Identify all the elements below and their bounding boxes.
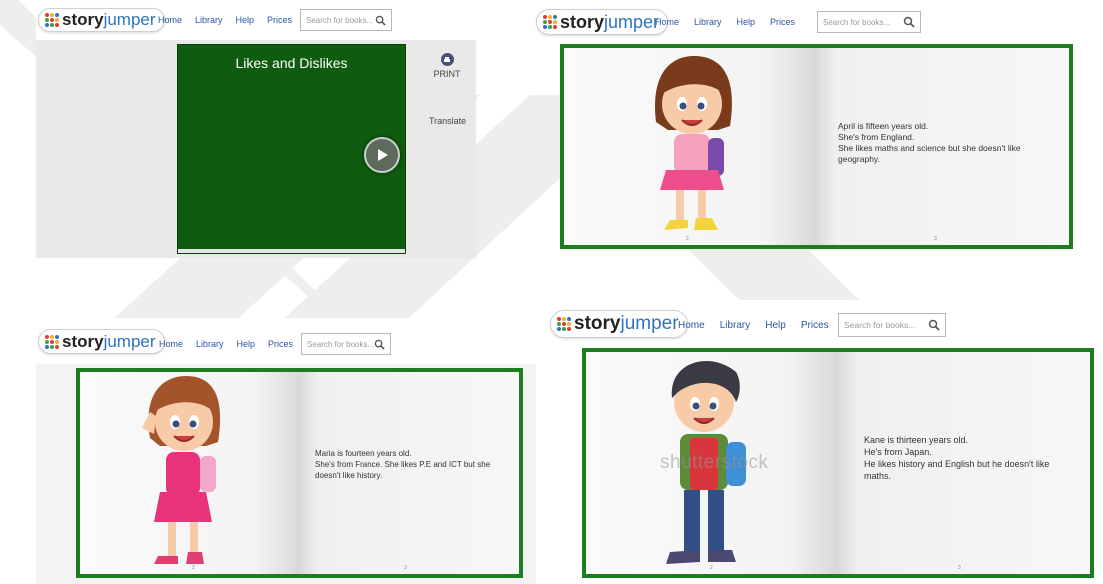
search-icon[interactable] [903, 16, 915, 28]
nav-library-link[interactable]: Library [720, 320, 751, 331]
cover-binding-strip [178, 249, 405, 253]
main-nav: Home Library Help Prices [655, 17, 795, 27]
search-input[interactable]: Search for books... [817, 11, 921, 33]
shutterstock-watermark: shutterstock [660, 452, 769, 473]
page-number: 2 [686, 236, 689, 242]
top-navbar: story jumper Home Library Help Prices Sea… [534, 0, 1086, 44]
nav-home-link[interactable]: Home [159, 339, 183, 349]
top-navbar: story jumper Home Library Help Prices Sea… [534, 300, 1103, 348]
story-line: She's from England. [838, 132, 915, 142]
logo-text-jumper: jumper [103, 10, 156, 29]
main-nav: Home Library Help Prices [159, 339, 293, 349]
nav-prices-link[interactable]: Prices [770, 17, 795, 27]
main-nav: Home Library Help Prices [678, 320, 829, 331]
search-icon[interactable] [375, 15, 386, 26]
girl-maria-illustration [142, 376, 221, 564]
book-right-page: Kane is thirteen years old. He's from Ja… [838, 352, 1090, 574]
story-line: Kane is thirteen years old. [864, 435, 969, 445]
search-placeholder: Search for books... [823, 17, 891, 27]
story-text: Kane is thirteen years old. He's from Ja… [864, 434, 1049, 482]
page-number: 3 [404, 565, 407, 571]
page-number: 3 [934, 236, 937, 242]
logo-text-jumper: jumper [103, 331, 156, 351]
logo-text-jumper: jumper [620, 313, 679, 334]
search-placeholder: Search for books... [844, 320, 916, 330]
translate-link[interactable]: Translate [429, 116, 466, 126]
story-line: She likes maths and science but she does… [838, 143, 1021, 153]
nav-library-link[interactable]: Library [694, 17, 722, 27]
main-nav: Home Library Help Prices [158, 15, 292, 25]
search-input[interactable]: Search for books... [301, 333, 391, 355]
search-placeholder: Search for books... [306, 15, 374, 25]
top-navbar: story jumper Home Library Help Prices Sea… [36, 318, 536, 364]
story-line: April is fifteen years old. [838, 121, 929, 131]
nav-help-link[interactable]: Help [237, 339, 256, 349]
book-left-page: 2 [564, 48, 816, 245]
search-placeholder: Search for books... [307, 339, 374, 349]
book-left-page: shutterstock 2 [586, 352, 838, 574]
panel-kane: story jumper Home Library Help Prices Sea… [534, 300, 1103, 584]
print-label: PRINT [433, 69, 461, 79]
nav-library-link[interactable]: Library [196, 339, 224, 349]
girl-april-illustration [654, 56, 732, 230]
page-number: 2 [710, 565, 713, 571]
story-line: doesn't like history. [315, 471, 383, 480]
logo-dots-icon [557, 317, 571, 331]
book-cover[interactable]: Likes and Dislikes [177, 44, 406, 254]
logo-text-story: story [560, 11, 605, 32]
search-icon[interactable] [928, 319, 940, 331]
book-left-page: 2 [80, 372, 300, 574]
storyjumper-logo[interactable]: story jumper [550, 310, 688, 338]
storyjumper-logo[interactable]: story jumper [536, 9, 669, 35]
logo-text-jumper: jumper [604, 11, 660, 32]
play-icon [378, 149, 388, 161]
story-line: Maria is fourteen years old. [315, 449, 412, 458]
nav-home-link[interactable]: Home [158, 15, 182, 25]
storyjumper-logo[interactable]: story jumper [38, 329, 165, 354]
logo-text-story: story [62, 331, 104, 351]
story-text: Maria is fourteen years old. She's from … [315, 448, 490, 481]
storyjumper-logo[interactable]: story jumper [38, 8, 165, 32]
open-book: 2 April is fifteen years old. She's from… [560, 44, 1073, 249]
book-right-page: April is fifteen years old. She's from E… [816, 48, 1069, 245]
nav-help-link[interactable]: Help [737, 17, 756, 27]
nav-prices-link[interactable]: Prices [268, 339, 293, 349]
print-button[interactable]: PRINT [432, 53, 462, 79]
story-line: He's from Japan. [864, 447, 932, 457]
open-book: shutterstock 2 Kane is thirteen years ol… [582, 348, 1094, 578]
nav-help-link[interactable]: Help [236, 15, 255, 25]
book-right-page: Maria is fourteen years old. She's from … [300, 372, 519, 574]
top-navbar: story jumper Home Library Help Prices Sea… [36, 0, 476, 40]
story-line: geography. [838, 154, 880, 164]
logo-text-story: story [62, 10, 104, 29]
nav-prices-link[interactable]: Prices [267, 15, 292, 25]
nav-home-link[interactable]: Home [678, 320, 705, 331]
printer-icon [440, 53, 454, 66]
play-button[interactable] [364, 137, 400, 173]
nav-help-link[interactable]: Help [765, 320, 786, 331]
search-icon[interactable] [374, 339, 385, 350]
panel-april: story jumper Home Library Help Prices Sea… [534, 0, 1086, 258]
panel-cover: story jumper Home Library Help Prices Sea… [36, 0, 476, 258]
nav-home-link[interactable]: Home [655, 17, 679, 27]
logo-dots-icon [543, 15, 557, 29]
nav-prices-link[interactable]: Prices [801, 320, 829, 331]
page-number: 3 [958, 565, 961, 571]
panel-maria: story jumper Home Library Help Prices Sea… [36, 318, 536, 584]
logo-text-story: story [574, 313, 621, 334]
story-text: April is fifteen years old. She's from E… [838, 121, 1021, 165]
logo-dots-icon [45, 334, 59, 349]
story-line: She's from France. She likes P.E and ICT… [315, 460, 491, 469]
open-book: 2 Maria is fourteen years old. She's fro… [76, 368, 523, 578]
story-line: maths. [864, 471, 892, 481]
story-line: He likes history and English but he does… [864, 459, 1050, 469]
nav-library-link[interactable]: Library [195, 15, 223, 25]
search-input[interactable]: Search for books... [838, 313, 946, 337]
logo-dots-icon [45, 13, 59, 27]
book-cover-title: Likes and Dislikes [235, 55, 348, 71]
search-input[interactable]: Search for books... [300, 9, 392, 31]
page-number: 2 [192, 565, 195, 571]
